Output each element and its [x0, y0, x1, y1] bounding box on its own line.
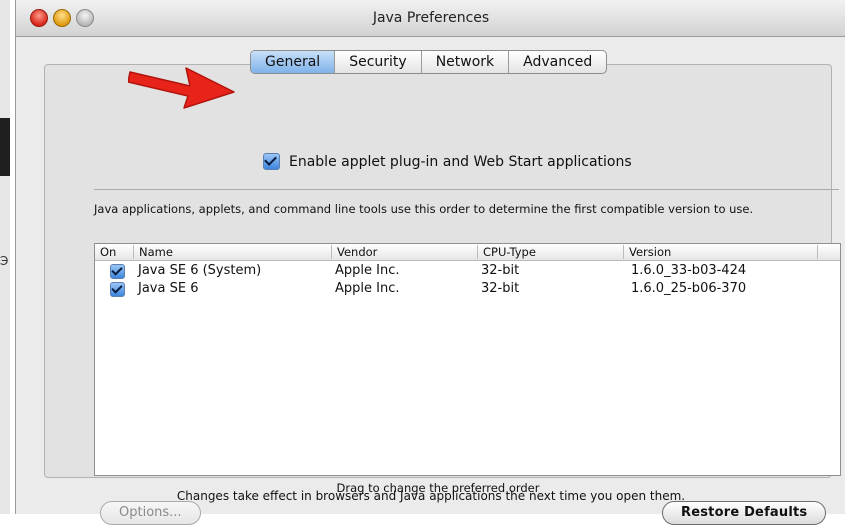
- row-version: 1.6.0_25-b06-370: [631, 281, 747, 296]
- row-cpu-type: 32-bit: [481, 263, 520, 278]
- options-button[interactable]: Options...: [100, 501, 201, 525]
- column-header-on[interactable]: On: [95, 245, 116, 259]
- tab-network[interactable]: Network: [422, 51, 510, 73]
- separator: [94, 189, 839, 190]
- row-name: Java SE 6 (System): [138, 263, 262, 278]
- table-header: On Name Vendor CPU-Type Version: [95, 244, 840, 261]
- row-version: 1.6.0_33-b03-424: [631, 263, 747, 278]
- enable-applet-checkbox[interactable]: [263, 153, 280, 170]
- row-enabled-checkbox[interactable]: [110, 264, 125, 279]
- table-row[interactable]: Java SE 6 Apple Inc. 32-bit 1.6.0_25-b06…: [95, 280, 840, 298]
- row-vendor: Apple Inc.: [335, 281, 400, 296]
- row-enabled-checkbox[interactable]: [110, 282, 125, 297]
- table-row[interactable]: Java SE 6 (System) Apple Inc. 32-bit 1.6…: [95, 262, 840, 280]
- java-versions-table[interactable]: On Name Vendor CPU-Type Version Java SE …: [94, 243, 841, 476]
- enable-applet-row[interactable]: Enable applet plug-in and Web Start appl…: [263, 153, 632, 170]
- changes-note: Changes take effect in browsers and Java…: [176, 489, 686, 503]
- window-title: Java Preferences: [372, 10, 490, 26]
- column-header-cpu-type[interactable]: CPU-Type: [477, 245, 536, 259]
- tab-general[interactable]: General: [251, 51, 336, 73]
- column-header-corner: [817, 245, 845, 259]
- version-order-description: Java applications, applets, and command …: [94, 202, 754, 216]
- row-name: Java SE 6: [138, 281, 199, 296]
- column-header-version[interactable]: Version: [623, 245, 671, 259]
- restore-defaults-button[interactable]: Restore Defaults: [662, 501, 827, 525]
- enable-applet-label[interactable]: Enable applet plug-in and Web Start appl…: [289, 154, 632, 170]
- background-dark-block: [0, 118, 10, 176]
- general-panel: Enable applet plug-in and Web Start appl…: [44, 64, 841, 525]
- column-header-name[interactable]: Name: [133, 245, 173, 259]
- title-bar[interactable]: Java Preferences: [16, 0, 845, 37]
- row-cpu-type: 32-bit: [481, 281, 520, 296]
- java-preferences-window: Java Preferences Enable applet plug-in a…: [15, 0, 845, 525]
- preferences-tabs: General Security Network Advanced: [250, 50, 608, 74]
- row-vendor: Apple Inc.: [335, 263, 400, 278]
- background-glyph: Э: [0, 254, 9, 268]
- red-arrow-icon: [128, 67, 235, 109]
- tab-advanced[interactable]: Advanced: [509, 51, 606, 73]
- column-header-vendor[interactable]: Vendor: [331, 245, 377, 259]
- tab-security[interactable]: Security: [335, 51, 422, 73]
